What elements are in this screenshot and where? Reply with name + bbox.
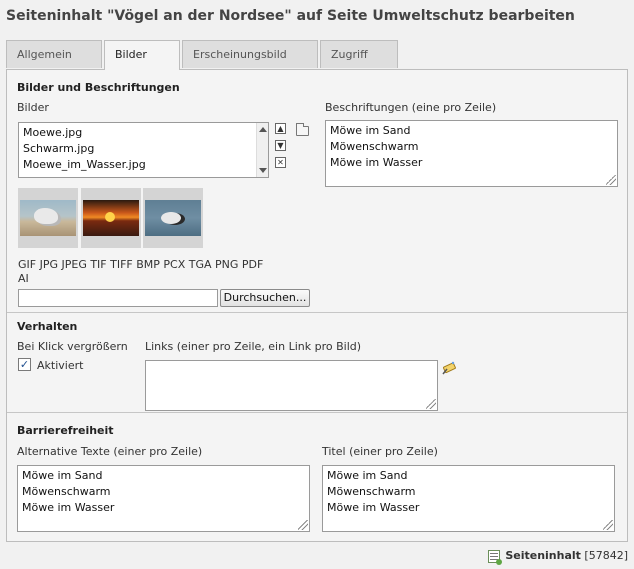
alt-texts-label: Alternative Texte (einer pro Zeile) xyxy=(17,445,203,458)
zoom-label: Bei Klick vergrößern xyxy=(17,340,128,353)
browse-button[interactable]: Durchsuchen... xyxy=(220,289,310,307)
activated-label[interactable]: Aktiviert xyxy=(37,359,83,372)
move-up-button[interactable]: ▲ xyxy=(275,123,286,134)
caption-line: Möwe im Sand xyxy=(330,124,411,137)
caption-line: Möwe im Wasser xyxy=(330,156,423,169)
file-list-scrollbar[interactable] xyxy=(256,123,268,177)
allowed-file-types: GIF JPG JPEG TIF TIFF BMP PCX TGA PNG PD… xyxy=(18,258,264,271)
allowed-file-types-cont: AI xyxy=(18,272,29,285)
water-gull-photo xyxy=(145,200,201,236)
image-file-item[interactable]: Schwarm.jpg xyxy=(23,141,252,157)
resize-grip-icon[interactable] xyxy=(606,175,616,185)
tab-bilder[interactable]: Bilder xyxy=(104,40,180,70)
section-behavior: Verhalten Bei Klick vergrößern ✓ Aktivie… xyxy=(7,312,627,412)
folder-icon[interactable] xyxy=(296,123,309,136)
title-line: Möwe im Sand xyxy=(327,469,408,482)
image-thumbnail-schwarm[interactable] xyxy=(81,188,141,248)
section-images: Bilder und Beschriftungen Bilder Moewe.j… xyxy=(7,70,627,312)
alt-text-line: Möwenschwarm xyxy=(22,485,111,498)
resize-grip-icon[interactable] xyxy=(603,520,613,530)
captions-label: Beschriftungen (eine pro Zeile) xyxy=(325,101,497,114)
file-upload-input[interactable] xyxy=(18,289,218,307)
link-wizard-icon[interactable] xyxy=(441,360,457,376)
section-title-images: Bilder und Beschriftungen xyxy=(17,81,180,94)
section-title-accessibility: Barrierefreiheit xyxy=(17,424,114,437)
record-type[interactable]: Seiteninhalt xyxy=(505,549,581,562)
tab-allgemein[interactable]: Allgemein xyxy=(6,40,102,68)
resize-grip-icon[interactable] xyxy=(426,399,436,409)
scroll-up-arrow-icon[interactable] xyxy=(259,127,267,132)
images-label: Bilder xyxy=(17,101,49,114)
tab-erscheinungsbild[interactable]: Erscheinungsbild xyxy=(182,40,318,68)
image-file-item[interactable]: Moewe_im_Wasser.jpg xyxy=(23,157,252,173)
sunset-photo xyxy=(83,200,139,236)
title-line: Möwenschwarm xyxy=(327,485,416,498)
resize-grip-icon[interactable] xyxy=(298,520,308,530)
page-title: Seiteninhalt "Vögel an der Nordsee" auf … xyxy=(6,8,575,24)
gull-photo xyxy=(20,200,76,236)
image-thumbnail-moewe-im-wasser[interactable] xyxy=(143,188,203,248)
tab-zugriff[interactable]: Zugriff xyxy=(320,40,398,68)
image-file-list[interactable]: Moewe.jpg Schwarm.jpg Moewe_im_Wasser.jp… xyxy=(18,122,269,178)
titles-label: Titel (einer pro Zeile) xyxy=(322,445,438,458)
section-accessibility: Barrierefreiheit Alternative Texte (eine… xyxy=(7,412,627,543)
alt-text-line: Möwe im Sand xyxy=(22,469,103,482)
titles-textarea[interactable]: Möwe im Sand Möwenschwarm Möwe im Wasser xyxy=(322,465,615,532)
captions-textarea[interactable]: Möwe im Sand Möwenschwarm Möwe im Wasser xyxy=(325,120,618,187)
alt-texts-textarea[interactable]: Möwe im Sand Möwenschwarm Möwe im Wasser xyxy=(17,465,310,532)
remove-button[interactable]: ✕ xyxy=(275,157,286,168)
links-label: Links (einer pro Zeile, ein Link pro Bil… xyxy=(145,340,362,353)
alt-text-line: Möwe im Wasser xyxy=(22,501,115,514)
tab-panel-bilder: Bilder und Beschriftungen Bilder Moewe.j… xyxy=(6,69,628,542)
image-thumbnail-moewe[interactable] xyxy=(18,188,78,248)
links-textarea[interactable] xyxy=(145,360,438,411)
section-title-behavior: Verhalten xyxy=(17,320,78,333)
caption-line: Möwenschwarm xyxy=(330,140,419,153)
record-info: Seiteninhalt [57842] xyxy=(488,548,628,565)
move-down-button[interactable]: ▼ xyxy=(275,140,286,151)
activated-checkbox[interactable]: ✓ xyxy=(18,358,31,371)
scroll-down-arrow-icon[interactable] xyxy=(259,168,267,173)
title-line: Möwe im Wasser xyxy=(327,501,420,514)
content-element-icon[interactable] xyxy=(488,549,503,565)
record-id: [57842] xyxy=(584,549,628,562)
image-file-item[interactable]: Moewe.jpg xyxy=(23,125,252,141)
